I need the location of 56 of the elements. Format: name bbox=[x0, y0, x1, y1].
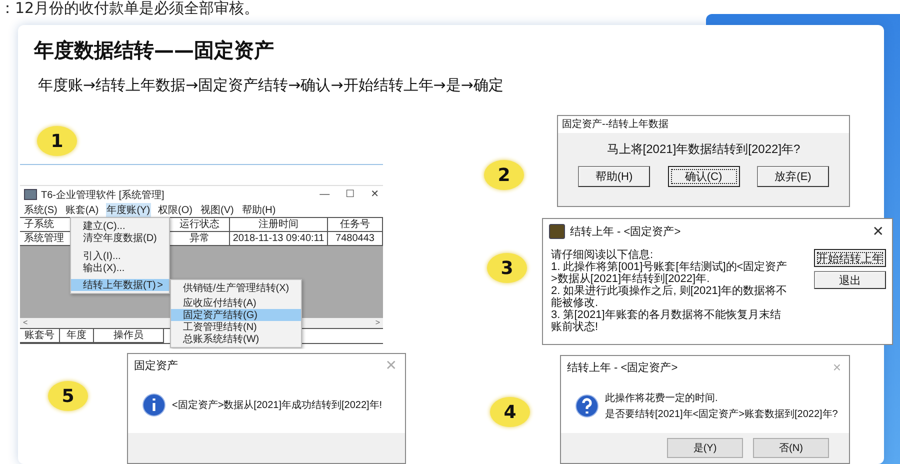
window-control[interactable]: ✕ bbox=[370, 189, 379, 200]
dialog-title: 结转上年 - <固定资产> bbox=[567, 360, 678, 374]
menu-item[interactable]: 供销链/生产管理结转(X) bbox=[171, 282, 301, 294]
dialog-title: 结转上年 - <固定资产> bbox=[570, 224, 681, 238]
table-header: 注册时间 bbox=[230, 218, 328, 232]
info-icon bbox=[142, 392, 166, 416]
step-number-badge: 5 bbox=[48, 381, 88, 411]
dialog-message: 3. 第[2021]年账套的各月数据将不能恢复月末结账前状态! bbox=[551, 309, 782, 333]
dialog-message: 马上将[2021]年数据结转到[2022]年? bbox=[606, 141, 802, 158]
step-number-badge: 3 bbox=[487, 253, 527, 283]
app-icon bbox=[24, 189, 37, 200]
dialog-title: 固定资产 bbox=[134, 358, 178, 372]
menu-bar-item[interactable]: 年度账(Y) bbox=[106, 203, 152, 217]
menu-bar-item[interactable]: 帮助(H) bbox=[240, 203, 277, 217]
question-icon bbox=[575, 394, 599, 418]
dialog-message: 此操作将花费一定的时间. bbox=[605, 392, 719, 404]
dialog-button[interactable]: 开始结转上年 bbox=[814, 249, 886, 267]
dialog-button[interactable]: 放弃(E) bbox=[757, 166, 829, 187]
slide-title: 年度数据结转——固定资产 bbox=[34, 37, 274, 64]
step-number-badge: 1 bbox=[37, 126, 77, 156]
menu-item[interactable]: 建立(C)... bbox=[71, 220, 169, 232]
menu-item[interactable]: 清空年度数据(D) bbox=[71, 232, 169, 244]
dialog-message: 是否要结转[2021]年<固定资产>账套数据到[2022]年? bbox=[605, 408, 838, 420]
dialog-message: 1. 此操作将第[001]号账套[年结测试]的<固定资产>数据从[2021]年结转到[2022]年. bbox=[551, 261, 788, 285]
menu-item[interactable]: 总账系统结转(W) bbox=[171, 333, 301, 345]
dialog-message: 请仔细阅读以下信息: bbox=[551, 249, 654, 261]
menu-item[interactable]: 应收应付结转(A) bbox=[171, 297, 301, 309]
table-header: 任务号 bbox=[328, 218, 383, 232]
menu-item[interactable]: 引入(I)... bbox=[71, 250, 169, 262]
table-header: 年度 bbox=[60, 329, 94, 343]
dialog-message: 2. 如果进行此项操作之后, 则[2021]年的数据将不能被修改. bbox=[551, 285, 788, 309]
step-path-text: 年度账→结转上年数据→固定资产结转→确认→开始结转上年→是→确定 bbox=[38, 76, 504, 95]
dialog-message: <固定资产>数据从[2021]年成功结转到[2022]年! bbox=[172, 398, 382, 412]
menu-bar-item[interactable]: 系统(S) bbox=[23, 203, 58, 217]
close-button[interactable]: ✕ bbox=[872, 222, 884, 240]
step-number-badge: 2 bbox=[484, 160, 524, 190]
menu-item[interactable]: 输出(X)... bbox=[71, 262, 169, 274]
dialog-button[interactable]: 退出 bbox=[814, 271, 886, 289]
window-control[interactable]: — bbox=[320, 189, 330, 200]
dialog-title: 固定资产--结转上年数据 bbox=[558, 116, 849, 133]
table-header: 账套号 bbox=[20, 329, 60, 343]
window-control[interactable]: ☐ bbox=[346, 189, 355, 200]
menu-item[interactable]: 固定资产结转(G) bbox=[171, 309, 301, 321]
table-header: 操作员 bbox=[94, 329, 164, 343]
menu-bar-item[interactable]: 账套(A) bbox=[64, 203, 100, 217]
menu-bar-item[interactable]: 视图(V) bbox=[199, 203, 235, 217]
menu-bar-item[interactable]: 权限(O) bbox=[157, 203, 194, 217]
notice-text: ：12月份的收付款单是必须全部审核。 bbox=[0, 0, 260, 17]
app-icon bbox=[549, 224, 565, 238]
dialog-button[interactable]: 确认(C) bbox=[668, 166, 740, 187]
dialog-button[interactable]: 否(N) bbox=[753, 438, 829, 458]
window-title: T6-企业管理软件 [系统管理] bbox=[41, 188, 164, 202]
menu-item[interactable]: 结转上年数据(T)> bbox=[71, 279, 169, 291]
dialog-button[interactable]: 帮助(H) bbox=[578, 166, 650, 187]
step-number-badge: 4 bbox=[490, 397, 530, 427]
dialog-button[interactable]: 是(Y) bbox=[667, 438, 743, 458]
